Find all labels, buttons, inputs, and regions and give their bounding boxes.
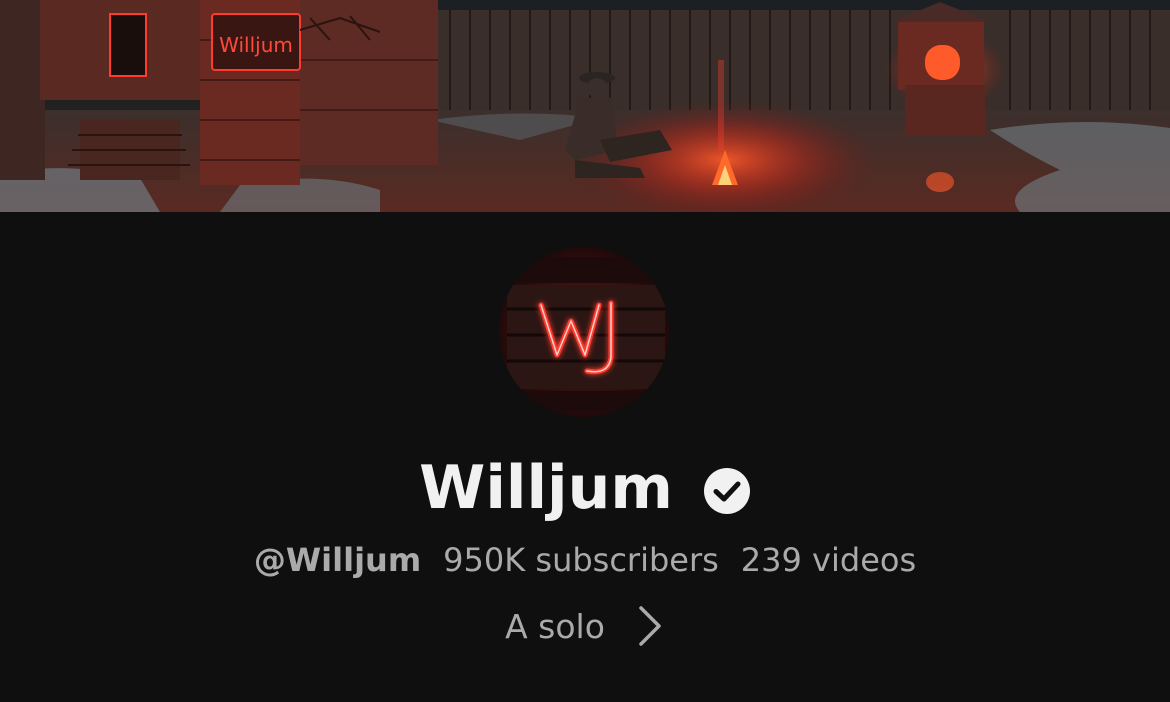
channel-name: Willjum: [419, 453, 673, 523]
channel-page: Willjum Willjum @Willjum 950K subscriber…: [0, 0, 1170, 702]
subscriber-count: 950K subscribers: [443, 541, 719, 579]
channel-handle: @Willjum: [253, 541, 422, 579]
chevron-right-icon: [639, 606, 661, 646]
channel-banner: Willjum: [0, 0, 1170, 212]
channel-meta: @Willjum 950K subscribers 239 videos: [0, 536, 1170, 584]
channel-description: A solo: [505, 606, 605, 646]
channel-avatar[interactable]: [499, 247, 669, 417]
avatar-logo: [499, 247, 669, 417]
video-count: 239 videos: [740, 541, 917, 579]
channel-name-row: Willjum: [0, 446, 1170, 530]
banner-illustration: Willjum: [0, 0, 1170, 212]
banner-sign-text: Willjum: [219, 33, 293, 57]
channel-description-button[interactable]: A solo: [0, 600, 1170, 652]
verified-check-icon: [703, 468, 750, 514]
